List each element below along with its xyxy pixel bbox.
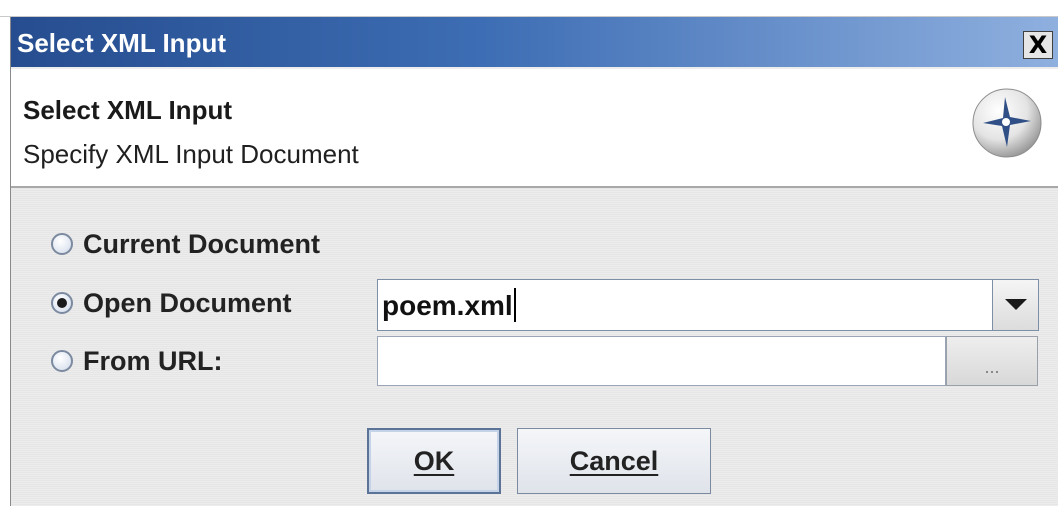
chevron-down-icon <box>1005 299 1027 310</box>
close-button[interactable]: X <box>1023 31 1053 59</box>
option-label: Current Document <box>83 228 321 259</box>
background-strip <box>0 0 1058 17</box>
option-open-document[interactable]: Open Document <box>51 285 292 321</box>
dialog-header: Select XML Input Specify XML Input Docum… <box>11 69 1058 188</box>
url-input[interactable] <box>377 336 946 386</box>
radio-open-document[interactable] <box>51 292 73 314</box>
select-xml-input-dialog: Select XML Input X Select XML Input Spec… <box>10 17 1058 506</box>
title-bar[interactable]: Select XML Input X <box>11 17 1058 67</box>
radio-current-document[interactable] <box>51 233 73 255</box>
browse-button[interactable]: ... <box>946 336 1038 386</box>
header-subtitle: Specify XML Input Document <box>23 139 359 169</box>
cross-sphere-icon <box>972 88 1042 158</box>
radio-from-url[interactable] <box>51 350 73 372</box>
ok-button[interactable]: OK <box>367 428 501 494</box>
header-title: Select XML Input <box>23 95 232 125</box>
window-title: Select XML Input <box>17 28 226 58</box>
option-label: From URL: <box>83 345 223 376</box>
option-from-url[interactable]: From URL: <box>51 343 222 379</box>
combo-dropdown-button[interactable] <box>992 280 1038 330</box>
text-cursor <box>514 288 516 322</box>
option-current-document[interactable]: Current Document <box>51 226 320 262</box>
open-document-value[interactable]: poem.xml <box>382 290 513 322</box>
open-document-combo[interactable]: poem.xml <box>377 279 1039 331</box>
cancel-button[interactable]: Cancel <box>517 428 711 494</box>
option-label: Open Document <box>83 287 292 318</box>
